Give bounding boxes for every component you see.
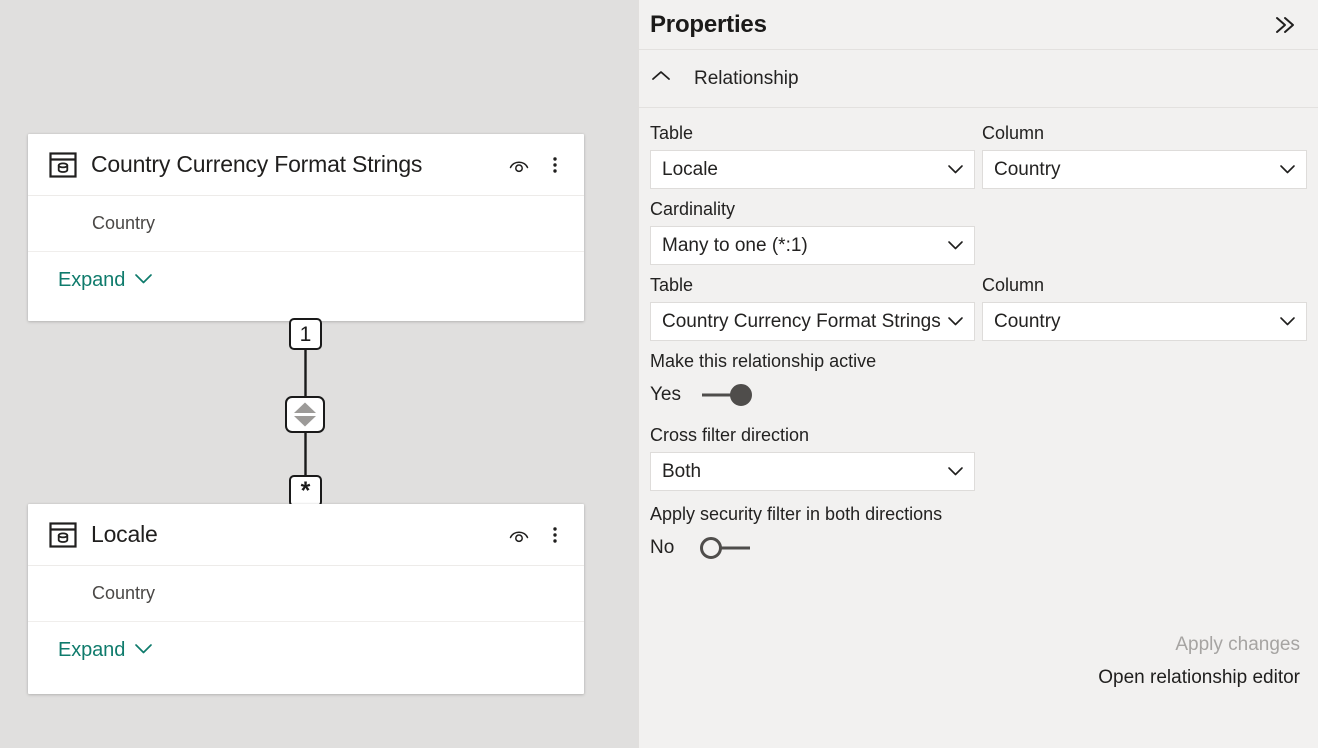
table-icon bbox=[47, 149, 79, 181]
active-toggle-group: Make this relationship active Yes bbox=[650, 350, 1300, 412]
cross-filter-group: Cross filter direction Both bbox=[650, 424, 1300, 491]
table-card-title: Locale bbox=[91, 521, 158, 547]
active-toggle-switch[interactable] bbox=[700, 383, 752, 407]
chevron-down-icon bbox=[134, 272, 153, 290]
table-column-row[interactable]: Country bbox=[28, 566, 584, 622]
table-from-value: Locale bbox=[662, 158, 718, 180]
column-from-value: Country bbox=[994, 158, 1061, 180]
expand-button[interactable]: Expand bbox=[28, 622, 584, 679]
chevron-up-icon bbox=[650, 69, 672, 88]
relationship-section-title: Relationship bbox=[694, 67, 799, 89]
relationship-section-header[interactable]: Relationship bbox=[639, 50, 1318, 108]
table-card-header[interactable]: Country Currency Format Strings bbox=[28, 134, 584, 196]
more-vertical-icon[interactable] bbox=[542, 152, 568, 178]
panel-title: Properties bbox=[650, 10, 767, 38]
table-card-country-currency-format-strings[interactable]: Country Currency Format Strings Country … bbox=[28, 134, 584, 321]
bidirectional-arrow-icon[interactable] bbox=[285, 396, 325, 433]
chevron-down-icon bbox=[947, 461, 964, 483]
security-filter-group: Apply security filter in both directions… bbox=[650, 503, 1300, 565]
properties-panel: Properties Relationship Table Locale Col… bbox=[638, 0, 1318, 748]
table-card-actions bbox=[506, 522, 568, 548]
table-to-select[interactable]: Country Currency Format Strings bbox=[650, 302, 975, 341]
cardinality-one-badge[interactable]: 1 bbox=[289, 318, 322, 350]
table-card-title: Country Currency Format Strings bbox=[91, 151, 423, 177]
active-toggle-row: Yes bbox=[650, 378, 1300, 412]
column-to-select[interactable]: Country bbox=[982, 302, 1307, 341]
table-to-value: Country Currency Format Strings bbox=[662, 310, 941, 332]
table-card-actions bbox=[506, 152, 568, 178]
cardinality-group: Cardinality Many to one (*:1) bbox=[650, 198, 1300, 265]
expand-button[interactable]: Expand bbox=[28, 252, 584, 309]
cardinality-value: Many to one (*:1) bbox=[662, 234, 808, 256]
security-filter-state-label: No bbox=[650, 537, 675, 558]
table-from-label: Table bbox=[650, 123, 694, 143]
relationship-connector[interactable]: 1 * bbox=[280, 318, 332, 508]
cross-filter-value: Both bbox=[662, 460, 702, 482]
more-vertical-icon[interactable] bbox=[542, 522, 568, 548]
table-card-header[interactable]: Locale bbox=[28, 504, 584, 566]
chevron-down-icon bbox=[947, 311, 964, 333]
table-from-select[interactable]: Locale bbox=[650, 150, 975, 189]
table-column-row[interactable]: Country bbox=[28, 196, 584, 252]
cardinality-many-badge[interactable]: * bbox=[289, 475, 322, 507]
app-root: Country Currency Format Strings Country … bbox=[0, 0, 1318, 748]
open-relationship-editor-link[interactable]: Open relationship editor bbox=[1098, 661, 1300, 694]
table-card-locale[interactable]: Locale Country Expand bbox=[28, 504, 584, 694]
relationship-form: Table Locale Column Country Cardinality … bbox=[639, 108, 1318, 565]
panel-action-links: Apply changes Open relationship editor bbox=[1098, 628, 1300, 694]
to-table-column-group: Table Country Currency Format Strings Co… bbox=[650, 274, 1307, 341]
security-filter-label: Apply security filter in both directions bbox=[650, 504, 943, 524]
toggle-knob bbox=[730, 384, 752, 406]
chevron-down-icon bbox=[1279, 159, 1296, 181]
chevron-down-icon bbox=[947, 159, 964, 181]
eye-icon[interactable] bbox=[506, 152, 532, 178]
cardinality-select[interactable]: Many to one (*:1) bbox=[650, 226, 975, 265]
active-label: Make this relationship active bbox=[650, 351, 877, 371]
expand-label: Expand bbox=[58, 639, 126, 661]
toggle-knob bbox=[700, 537, 722, 559]
cardinality-label: Cardinality bbox=[650, 199, 736, 219]
apply-changes-button[interactable]: Apply changes bbox=[1098, 628, 1300, 661]
model-diagram-canvas[interactable]: Country Currency Format Strings Country … bbox=[0, 0, 638, 748]
expand-label: Expand bbox=[58, 269, 126, 291]
chevron-down-icon bbox=[134, 642, 153, 660]
table-icon bbox=[47, 519, 79, 551]
table-to-label: Table bbox=[650, 275, 694, 295]
column-from-select[interactable]: Country bbox=[982, 150, 1307, 189]
properties-panel-header: Properties bbox=[639, 0, 1318, 50]
from-table-column-group: Table Locale Column Country bbox=[650, 122, 1307, 189]
chevron-down-icon bbox=[1279, 311, 1296, 333]
cross-filter-select[interactable]: Both bbox=[650, 452, 975, 491]
security-filter-toggle-row: No bbox=[650, 531, 1300, 565]
column-to-label: Column bbox=[982, 275, 1045, 295]
column-from-label: Column bbox=[982, 123, 1045, 143]
cross-filter-label: Cross filter direction bbox=[650, 425, 810, 445]
eye-icon[interactable] bbox=[506, 522, 532, 548]
chevron-down-icon bbox=[947, 235, 964, 257]
double-chevron-right-icon[interactable] bbox=[1272, 12, 1298, 38]
column-to-value: Country bbox=[994, 310, 1061, 332]
security-filter-toggle-switch[interactable] bbox=[700, 536, 752, 560]
active-state-label: Yes bbox=[650, 384, 681, 405]
